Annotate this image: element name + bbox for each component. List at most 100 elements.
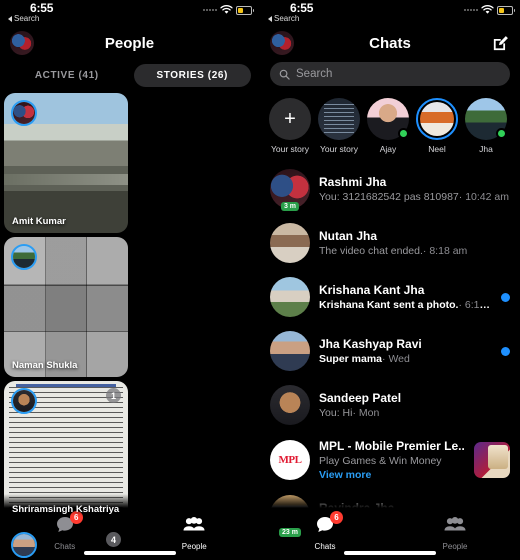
- avatar[interactable]: [270, 31, 294, 55]
- active-time-badge: 23 m: [279, 528, 301, 537]
- tab-people[interactable]: People: [390, 515, 520, 551]
- tab-people[interactable]: People: [130, 515, 260, 551]
- people-icon: [443, 515, 467, 535]
- chats-badge: 6: [330, 511, 343, 524]
- chat-time: 8:18 am: [429, 245, 468, 257]
- status-bar-right: 6:55 Search: [260, 0, 520, 26]
- back-to-search[interactable]: Search: [8, 14, 39, 23]
- ad-snippet: Play Games & Win Money: [319, 455, 442, 467]
- ad-title: MPL - Mobile Premier Le...: [319, 439, 465, 453]
- tab-stories[interactable]: STORIES (26): [133, 64, 251, 87]
- home-indicator: [344, 551, 436, 555]
- online-dot: [496, 128, 507, 139]
- snippet-text: Krishana Kant sent a photo.: [319, 299, 459, 311]
- search-input[interactable]: Search: [270, 62, 510, 86]
- people-screen: 6:55 Search People ACTIVE (41) STORIES (…: [0, 0, 260, 560]
- chat-name: Rashmi Jha: [319, 175, 387, 189]
- rail-item-ajay[interactable]: Ajay: [367, 98, 409, 154]
- signal-dots-icon: [464, 9, 478, 11]
- status-indicators: [464, 5, 515, 15]
- tab-active[interactable]: ACTIVE (41): [8, 64, 126, 87]
- tab-bar-left: 6 Chats People: [0, 508, 259, 560]
- avatar: [270, 331, 310, 371]
- rail-item-add-story[interactable]: + Your story: [269, 98, 311, 154]
- unread-dot: [501, 346, 510, 356]
- stories-grid: Amit Kumar Naman Shukla 1 Shriramsingh K…: [0, 93, 259, 560]
- tab-label: People: [181, 542, 207, 551]
- wifi-icon: [220, 5, 233, 14]
- back-arrow-icon: [268, 15, 272, 22]
- chat-name: Sandeep Patel: [319, 391, 402, 405]
- ad-title-line: MPL - Mobile Premier Le... Ad: [319, 439, 465, 453]
- page-title: People: [104, 34, 155, 52]
- status-bar-left: 6:55 Search: [0, 0, 259, 26]
- sponsored-row[interactable]: MPL MPL - Mobile Premier Le... Ad Play G…: [260, 432, 520, 488]
- compose-icon: [493, 35, 508, 50]
- status-time: 6:55: [290, 1, 314, 15]
- story-card[interactable]: Amit Kumar: [4, 93, 128, 233]
- avatar: [270, 277, 310, 317]
- story-bubble: [367, 98, 409, 140]
- chats-screen: 6:55 Search Chats Search + Your story Yo…: [260, 0, 520, 560]
- tab-label: People: [442, 542, 468, 551]
- story-bubble: [318, 98, 360, 140]
- story-author-avatar: [11, 100, 37, 126]
- people-icon: [182, 515, 206, 535]
- rail-item-your-story[interactable]: Your story: [318, 98, 360, 154]
- battery-icon: [497, 5, 515, 15]
- back-to-search[interactable]: Search: [268, 14, 299, 23]
- avatar: 3 m: [270, 169, 310, 211]
- avatar: [270, 223, 310, 263]
- story-author-name: Amit Kumar: [12, 215, 66, 227]
- ad-cta-link[interactable]: View more: [319, 469, 465, 481]
- rail-item-label: Ajay: [379, 144, 397, 154]
- back-arrow-icon: [8, 15, 12, 22]
- chat-name: Jha Kashyap Ravi: [319, 337, 422, 351]
- plus-icon: +: [269, 98, 311, 140]
- battery-icon: [236, 5, 254, 15]
- chat-snippet: Krishana Kant sent a photo.· 6:17 am: [319, 299, 492, 311]
- story-author-avatar: [11, 388, 37, 414]
- rail-item-label: Neel: [428, 144, 446, 154]
- chat-snippet: You: Hi· Mon: [319, 407, 380, 419]
- chat-bubble-icon: 6: [55, 511, 83, 535]
- chat-row[interactable]: Sandeep Patel You: Hi· Mon: [260, 378, 520, 432]
- rail-item-label: Jha: [479, 144, 493, 154]
- tab-label: Chats: [314, 542, 336, 551]
- active-time-badge: 3 m: [280, 202, 300, 211]
- search-container: Search: [260, 60, 520, 94]
- story-card[interactable]: Naman Shukla: [4, 237, 128, 377]
- online-dot: [398, 128, 409, 139]
- back-label: Search: [274, 14, 300, 23]
- story-rail: + Your story Your story Ajay Neel Jha: [260, 94, 520, 162]
- status-indicators: [203, 5, 254, 15]
- story-bubble: [465, 98, 507, 140]
- dual-screenshot: 6:55 Search People ACTIVE (41) STORIES (…: [0, 0, 520, 560]
- story-count-badge: 1: [106, 388, 121, 403]
- rail-item-neel[interactable]: Neel: [416, 98, 458, 154]
- add-story-bubble: +: [269, 98, 311, 140]
- home-indicator: [83, 551, 176, 555]
- chat-row[interactable]: 3 m Rashmi Jha You: 3121682542 pas 81098…: [260, 162, 520, 216]
- story-bubble: [416, 98, 458, 140]
- chat-time: Mon: [358, 407, 380, 419]
- compose-button[interactable]: [491, 34, 510, 53]
- search-placeholder: Search: [296, 68, 333, 80]
- chat-snippet: Super mama· Wed: [319, 353, 410, 365]
- chat-row[interactable]: Nutan Jha The video chat ended.· 8:18 am: [260, 216, 520, 270]
- rail-item-label: Your story: [320, 144, 358, 154]
- snippet-text: The video chat ended.: [319, 245, 423, 257]
- chat-snippet: You: 3121682542 pas 810987· 10:42 am: [319, 191, 509, 203]
- avatar[interactable]: [10, 31, 34, 55]
- advertiser-logo: MPL: [270, 440, 310, 480]
- ad-thumbnail[interactable]: [474, 442, 510, 478]
- wifi-icon: [481, 5, 494, 14]
- chat-time: 6:17 am: [464, 299, 492, 311]
- chat-row[interactable]: Jha Kashyap Ravi Super mama· Wed: [260, 324, 520, 378]
- chat-row[interactable]: Krishana Kant Jha Krishana Kant sent a p…: [260, 270, 520, 324]
- rail-item-jha[interactable]: Jha: [465, 98, 507, 154]
- chat-time: 10:42 am: [465, 191, 509, 203]
- story-author-name: Shriramsingh Kshatriya: [12, 503, 120, 515]
- snippet-text: You: 3121682542 pas 810987: [319, 191, 459, 203]
- chat-name: Krishana Kant Jha: [319, 283, 425, 297]
